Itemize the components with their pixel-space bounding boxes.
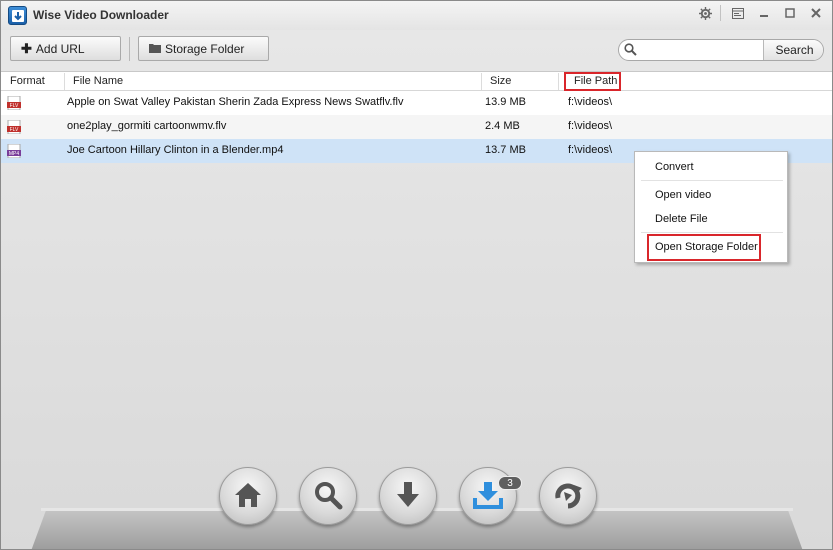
titlebar-divider: [720, 5, 721, 21]
column-format[interactable]: Format: [10, 75, 45, 87]
app-window: Wise Video Downloader ✚ Add URL Storage …: [0, 0, 833, 550]
add-url-button[interactable]: ✚ Add URL: [10, 36, 121, 61]
refresh-icon: [552, 480, 584, 513]
flv-file-icon: FLV: [7, 95, 21, 111]
file-name: Joe Cartoon Hillary Clinton in a Blender…: [67, 144, 284, 156]
open-storage-folder-highlight: [647, 234, 761, 261]
file-size: 13.9 MB: [485, 96, 526, 108]
storage-folder-label: Storage Folder: [165, 41, 245, 56]
toolbar: ✚ Add URL Storage Folder Search: [1, 30, 832, 70]
home-button[interactable]: [219, 467, 277, 525]
refresh-button[interactable]: [539, 467, 597, 525]
folder-icon: [149, 41, 161, 56]
app-logo-icon: [8, 6, 27, 25]
menu-item-convert[interactable]: Convert: [655, 161, 694, 173]
file-name: Apple on Swat Valley Pakistan Sherin Zad…: [67, 96, 404, 108]
menu-separator: [641, 232, 783, 233]
plus-icon: ✚: [21, 40, 32, 56]
menu-item-open-video[interactable]: Open video: [655, 189, 711, 201]
table-row[interactable]: FLV Apple on Swat Valley Pakistan Sherin…: [1, 91, 832, 115]
search-dock-button[interactable]: [299, 467, 357, 525]
maximize-icon[interactable]: [778, 3, 802, 23]
app-title: Wise Video Downloader: [33, 8, 169, 22]
home-icon: [233, 481, 263, 512]
file-size: 13.7 MB: [485, 144, 526, 156]
window-controls: [691, 3, 828, 23]
search-icon: [313, 480, 343, 513]
close-icon[interactable]: [804, 3, 828, 23]
file-size: 2.4 MB: [485, 120, 520, 132]
column-size[interactable]: Size: [490, 75, 511, 87]
minimize-icon[interactable]: [752, 3, 776, 23]
context-menu: Convert Open video Delete File Open Stor…: [634, 151, 788, 263]
download-icon: [395, 480, 421, 513]
title-bar: Wise Video Downloader: [1, 1, 832, 30]
file-path-highlight: [564, 72, 621, 91]
table-row[interactable]: FLV one2play_gormiti cartoonwmv.flv 2.4 …: [1, 115, 832, 139]
column-divider: [481, 73, 482, 90]
toolbar-divider: [129, 37, 130, 61]
column-divider: [64, 73, 65, 90]
mp4-file-icon: MP4: [7, 143, 21, 159]
download-count-badge: 3: [498, 476, 522, 490]
search-box: Search: [618, 39, 824, 61]
search-input[interactable]: [641, 42, 759, 58]
file-path: f:\videos\: [568, 120, 613, 132]
download-button[interactable]: [379, 467, 437, 525]
file-name: one2play_gormiti cartoonwmv.flv: [67, 120, 227, 132]
file-path: f:\videos\: [568, 96, 613, 108]
add-url-label: Add URL: [35, 41, 85, 56]
menu-separator: [641, 180, 783, 181]
menu-item-delete-file[interactable]: Delete File: [655, 213, 708, 225]
storage-folder-button[interactable]: Storage Folder: [138, 36, 269, 61]
list-header: Format File Name Size File Path: [1, 71, 832, 91]
search-icon: [624, 43, 637, 59]
column-divider: [558, 73, 559, 90]
mp4-icon-label: MP4: [9, 151, 20, 157]
column-file-name[interactable]: File Name: [73, 75, 123, 87]
gear-icon[interactable]: [693, 3, 717, 23]
search-button[interactable]: Search: [763, 40, 823, 60]
flv-icon-label: FLV: [10, 103, 19, 109]
flv-file-icon: FLV: [7, 119, 21, 135]
file-path: f:\videos\: [568, 144, 613, 156]
skin-icon[interactable]: [726, 3, 750, 23]
flv-icon-label: FLV: [10, 127, 19, 133]
